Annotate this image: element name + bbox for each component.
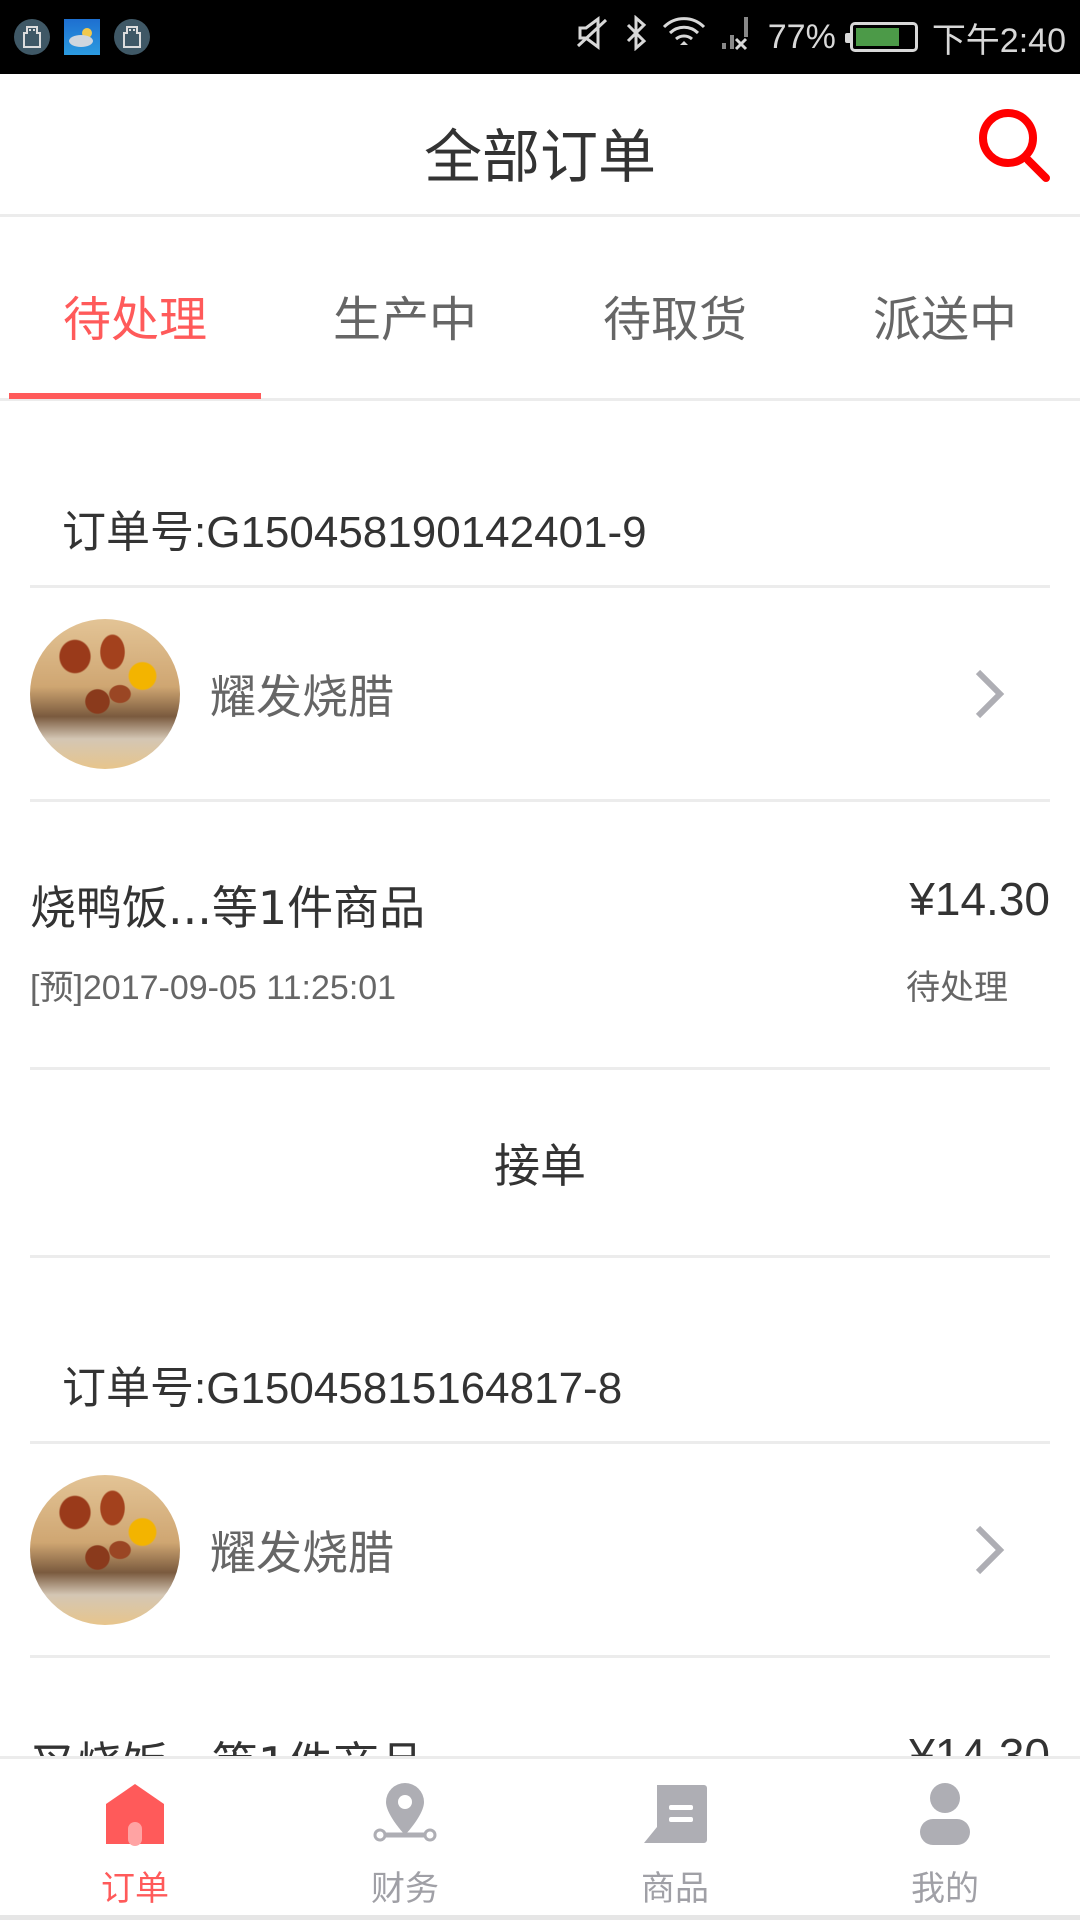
nav-label: 商品 bbox=[641, 1869, 709, 1909]
nav-profile[interactable]: 我的 bbox=[810, 1759, 1080, 1920]
order-card: 订单号:G15045815164817-8 耀发烧腊 叉烧饭...等1件商品 ¥… bbox=[0, 1258, 1080, 1758]
shop-name: 耀发烧腊 bbox=[210, 1525, 394, 1580]
shop-avatar bbox=[30, 618, 180, 769]
tab-in-production[interactable]: 生产中 bbox=[270, 218, 540, 398]
order-list[interactable]: 订单号:G150458190142401-9 耀发烧腊 烧鸭饭...等1件商品 … bbox=[0, 402, 1080, 1758]
order-items-row[interactable]: 叉烧饭...等1件商品 ¥14.30 bbox=[30, 1658, 1050, 1758]
order-price: ¥14.30 bbox=[909, 873, 1050, 925]
accept-order-label: 接单 bbox=[494, 1138, 586, 1193]
bottom-navigation: 订单 财务 商品 我的 bbox=[0, 1756, 1080, 1920]
home-icon bbox=[100, 1779, 170, 1849]
battery-percent: 77% bbox=[767, 17, 836, 56]
notification-icons bbox=[14, 19, 150, 55]
usb-debug-icon bbox=[114, 19, 150, 55]
order-time: [预]2017-09-05 11:25:01 bbox=[30, 969, 397, 1007]
shop-row[interactable]: 耀发烧腊 bbox=[30, 1444, 1050, 1658]
order-status-tabs: 待处理 生产中 待取货 派送中 bbox=[0, 218, 1080, 401]
tab-label: 待处理 bbox=[62, 292, 207, 348]
battery-level-fill bbox=[855, 28, 899, 46]
order-status: 待处理 bbox=[906, 968, 1008, 1008]
page-title: 全部订单 bbox=[423, 123, 656, 191]
order-items-row[interactable]: 烧鸭饭...等1件商品 ¥14.30 [预]2017-09-05 11:25:0… bbox=[30, 802, 1050, 1070]
system-icons: 77% 下午2:40 bbox=[576, 0, 1066, 74]
tab-delivering[interactable]: 派送中 bbox=[810, 218, 1080, 398]
items-summary: 叉烧饭...等1件商品 bbox=[30, 1728, 425, 1758]
tab-pending[interactable]: 待处理 bbox=[0, 218, 270, 399]
user-icon bbox=[910, 1779, 980, 1849]
shop-row[interactable]: 耀发烧腊 bbox=[30, 588, 1050, 802]
location-route-icon bbox=[370, 1779, 440, 1849]
items-summary: 烧鸭饭...等1件商品 bbox=[30, 881, 426, 935]
shop-name: 耀发烧腊 bbox=[210, 669, 394, 724]
clock: 下午2:40 bbox=[931, 21, 1066, 60]
signal-no-sim-icon bbox=[720, 15, 754, 60]
nav-label: 财务 bbox=[371, 1869, 439, 1909]
tab-awaiting-pickup[interactable]: 待取货 bbox=[540, 218, 810, 398]
search-icon bbox=[979, 109, 1050, 182]
chevron-right-icon bbox=[960, 654, 1020, 734]
weather-icon bbox=[64, 19, 100, 55]
nav-orders[interactable]: 订单 bbox=[0, 1759, 270, 1920]
nav-goods[interactable]: 商品 bbox=[540, 1759, 810, 1920]
order-number: 订单号:G15045815164817-8 bbox=[30, 1258, 1050, 1444]
tab-label: 待取货 bbox=[602, 292, 747, 348]
accept-order-button[interactable]: 接单 bbox=[30, 1070, 1050, 1258]
nav-label: 订单 bbox=[101, 1869, 169, 1909]
order-number: 订单号:G150458190142401-9 bbox=[30, 402, 1050, 588]
mute-icon bbox=[576, 15, 610, 59]
usb-debug-icon bbox=[14, 19, 50, 55]
shop-avatar bbox=[30, 1474, 180, 1625]
order-card: 订单号:G150458190142401-9 耀发烧腊 烧鸭饭...等1件商品 … bbox=[0, 402, 1080, 1258]
goods-icon bbox=[640, 1779, 710, 1849]
wifi-icon bbox=[662, 15, 706, 60]
bluetooth-icon bbox=[624, 14, 648, 60]
nav-label: 我的 bbox=[911, 1869, 979, 1909]
search-button[interactable] bbox=[974, 104, 1054, 188]
battery-icon bbox=[844, 22, 918, 52]
chevron-right-icon bbox=[960, 1510, 1020, 1590]
tab-label: 派送中 bbox=[872, 292, 1017, 348]
order-price: ¥14.30 bbox=[909, 1729, 1050, 1758]
app-header: 全部订单 bbox=[0, 74, 1080, 217]
tab-label: 生产中 bbox=[332, 292, 477, 348]
active-tab-indicator bbox=[9, 393, 261, 399]
nav-finance[interactable]: 财务 bbox=[270, 1759, 540, 1920]
status-bar: 77% 下午2:40 bbox=[0, 0, 1080, 74]
